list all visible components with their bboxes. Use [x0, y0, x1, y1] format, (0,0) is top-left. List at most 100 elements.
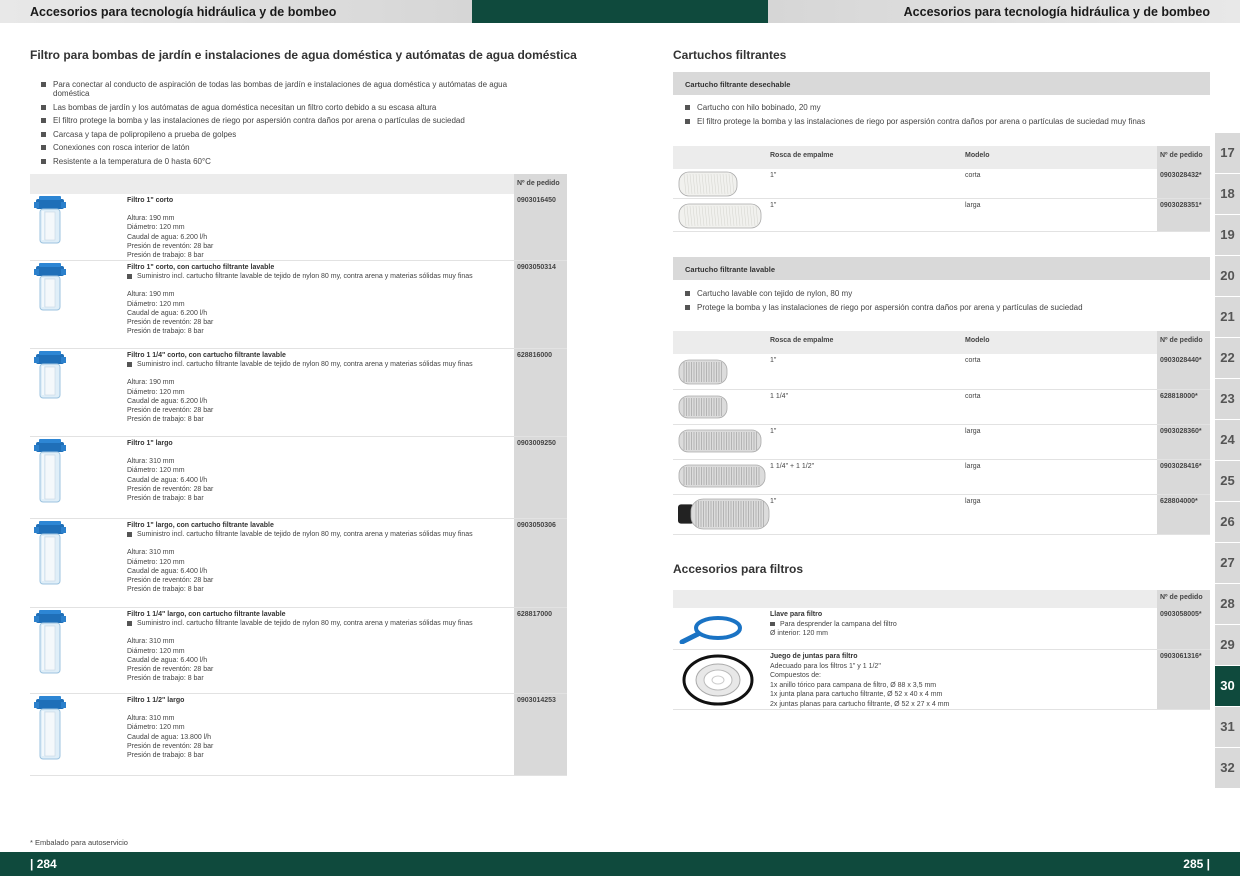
order-number: 0903009250	[514, 437, 567, 518]
filter-cartridge-icon	[678, 171, 738, 197]
filter-spec: Altura: 190 mm	[127, 379, 175, 387]
chapter-tab-27[interactable]: 27	[1215, 543, 1240, 584]
footer-bar	[0, 852, 1240, 876]
header-green-band	[472, 0, 768, 23]
chapter-tab-20[interactable]: 20	[1215, 256, 1240, 297]
accessory-line: 1x junta plana para cartucho filtrante, …	[770, 691, 943, 698]
filter-product-image	[34, 263, 66, 321]
filter-spec: Presión de reventón: 28 bar	[127, 577, 214, 585]
chapter-tab-19[interactable]: 19	[1215, 215, 1240, 256]
filter-description: Filtro 1 1/4" largo, con cartucho filtra…	[127, 610, 497, 683]
order-number: 628804000*	[1157, 495, 1210, 534]
filter-table-row: Filtro 1" largo Altura: 310 mm Diámetro: 1…	[30, 437, 567, 519]
filter-description: Filtro 1" corto Altura: 190 mm Diámetro: 1…	[127, 196, 497, 260]
filter-cartridge-icon	[678, 429, 762, 453]
chapter-tab-30[interactable]: 30	[1215, 666, 1240, 707]
filter-housing-icon	[34, 196, 66, 244]
order-number: 0903050314	[514, 261, 567, 348]
cartridge-image	[678, 203, 762, 231]
rosca-value: 1"	[770, 172, 777, 179]
cartridge-image	[678, 171, 738, 199]
bullet-item: Protege la bomba y las instalaciones de …	[685, 303, 1210, 312]
filter-bullet: Suministro incl. cartucho filtrante lava…	[127, 360, 497, 369]
filter-spec: Presión de reventón: 28 bar	[127, 242, 214, 250]
order-number: 0903028360*	[1157, 425, 1210, 459]
filter-title: Filtro 1 1/2" largo	[127, 697, 185, 704]
accessory-row: Juego de juntas para filtro Adecuado para…	[673, 650, 1210, 710]
accessory-line: 2x juntas planas para cartucho filtrante…	[770, 700, 950, 708]
lavable-bullets: Cartucho lavable con tejido de nylon, 80…	[685, 289, 1210, 316]
rosca-header: Rosca de empalme	[770, 152, 834, 159]
filter-spec: Altura: 310 mm	[127, 715, 175, 723]
accessory-image	[678, 614, 748, 646]
filter-table-row: Filtro 1 1/4" corto, con cartucho filtra…	[30, 349, 567, 437]
filter-spec: Caudal de agua: 6.200 l/h	[127, 233, 208, 241]
modelo-header: Modelo	[965, 152, 990, 159]
bullet-item: Para conectar al conducto de aspiración …	[41, 80, 531, 98]
filter-spec: Caudal de agua: 6.200 l/h	[127, 397, 208, 405]
desechable-table: Rosca de empalme Modelo Nº de pedido 1" cort…	[673, 146, 1210, 232]
accessory-title: Juego de juntas para filtro	[770, 653, 858, 660]
filter-product-image	[34, 521, 66, 585]
filter-bullet: Suministro incl. cartucho filtrante lava…	[127, 619, 497, 628]
accesorios-table-header: Nº de pedido	[673, 590, 1210, 608]
bullet-item: Cartucho lavable con tejido de nylon, 80…	[685, 289, 1210, 298]
filter-spec: Presión de trabajo: 8 bar	[127, 586, 204, 594]
filter-product-image	[34, 610, 66, 674]
order-number: 0903016450	[514, 194, 567, 260]
header-right-title: Accesorios para tecnología hidráulica y …	[903, 5, 1210, 19]
filter-housing-icon	[34, 351, 66, 399]
order-number: 0903028416*	[1157, 460, 1210, 494]
chapter-tab-17[interactable]: 17	[1215, 133, 1240, 174]
filter-table-row: Filtro 1" corto Altura: 190 mm Diámetro: 1…	[30, 194, 567, 261]
order-number: 628818000*	[1157, 390, 1210, 424]
rosca-value: 1"	[770, 498, 777, 505]
cartridge-image	[678, 395, 728, 421]
filter-description: Filtro 1 1/4" corto, con cartucho filtra…	[127, 351, 497, 424]
filter-spec: Presión de reventón: 28 bar	[127, 485, 214, 493]
filter-spec: Altura: 310 mm	[127, 458, 175, 466]
chapter-tab-23[interactable]: 23	[1215, 379, 1240, 420]
accessory-line: Adecuado para los filtros 1" y 1 1/2"	[770, 662, 881, 670]
order-number-header: Nº de pedido	[514, 174, 567, 194]
accesorios-title: Accesorios para filtros	[673, 562, 804, 576]
filter-spec: Presión de reventón: 28 bar	[127, 319, 214, 327]
cartridge-row: 1" larga 0903028360*	[673, 425, 1210, 460]
cartuchos-title: Cartuchos filtrantes	[673, 48, 787, 62]
filter-spec: Diámetro: 120 mm	[127, 467, 185, 475]
chapter-tab-18[interactable]: 18	[1215, 174, 1240, 215]
header-left-title: Accesorios para tecnología hidráulica y …	[30, 5, 337, 19]
chapter-tab-31[interactable]: 31	[1215, 707, 1240, 748]
filter-description: Filtro 1" largo Altura: 310 mm Diámetro: 1…	[127, 439, 497, 503]
chapter-tab-26[interactable]: 26	[1215, 502, 1240, 543]
filter-description: Filtro 1 1/2" largo Altura: 310 mm Diámetr…	[127, 696, 497, 760]
filter-spec: Presión de reventón: 28 bar	[127, 742, 214, 750]
cartridge-row: 1" corta 0903028432*	[673, 169, 1210, 199]
order-number: 0903050306	[514, 519, 567, 607]
filter-spec: Presión de trabajo: 8 bar	[127, 252, 204, 260]
chapter-tab-21[interactable]: 21	[1215, 297, 1240, 338]
bullet-item: El filtro protege la bomba y las instala…	[41, 116, 531, 125]
chapter-tab-29[interactable]: 29	[1215, 625, 1240, 666]
filter-spec: Caudal de agua: 6.400 l/h	[127, 656, 208, 664]
filter-cartridge-icon	[678, 359, 728, 385]
filter-housing-icon	[34, 610, 66, 674]
filter-spec: Presión de trabajo: 8 bar	[127, 675, 204, 683]
filter-spec: Diámetro: 120 mm	[127, 300, 185, 308]
filter-spec: Altura: 190 mm	[127, 291, 175, 299]
chapter-tab-28[interactable]: 28	[1215, 584, 1240, 625]
filter-spec: Diámetro: 120 mm	[127, 558, 185, 566]
chapter-tab-24[interactable]: 24	[1215, 420, 1240, 461]
chapter-tab-32[interactable]: 32	[1215, 748, 1240, 789]
cartridge-image	[678, 359, 728, 387]
filter-wrench-icon	[679, 616, 742, 645]
filter-spec: Caudal de agua: 13.800 l/h	[127, 733, 212, 741]
filter-spec: Presión de trabajo: 8 bar	[127, 328, 204, 336]
modelo-value: corta	[965, 357, 981, 364]
chapter-tab-22[interactable]: 22	[1215, 338, 1240, 379]
filter-table: Nº de pedido Filtro 1" corto Altura: 190 …	[30, 174, 567, 776]
filter-spec: Diámetro: 120 mm	[127, 224, 185, 232]
chapter-tab-25[interactable]: 25	[1215, 461, 1240, 502]
